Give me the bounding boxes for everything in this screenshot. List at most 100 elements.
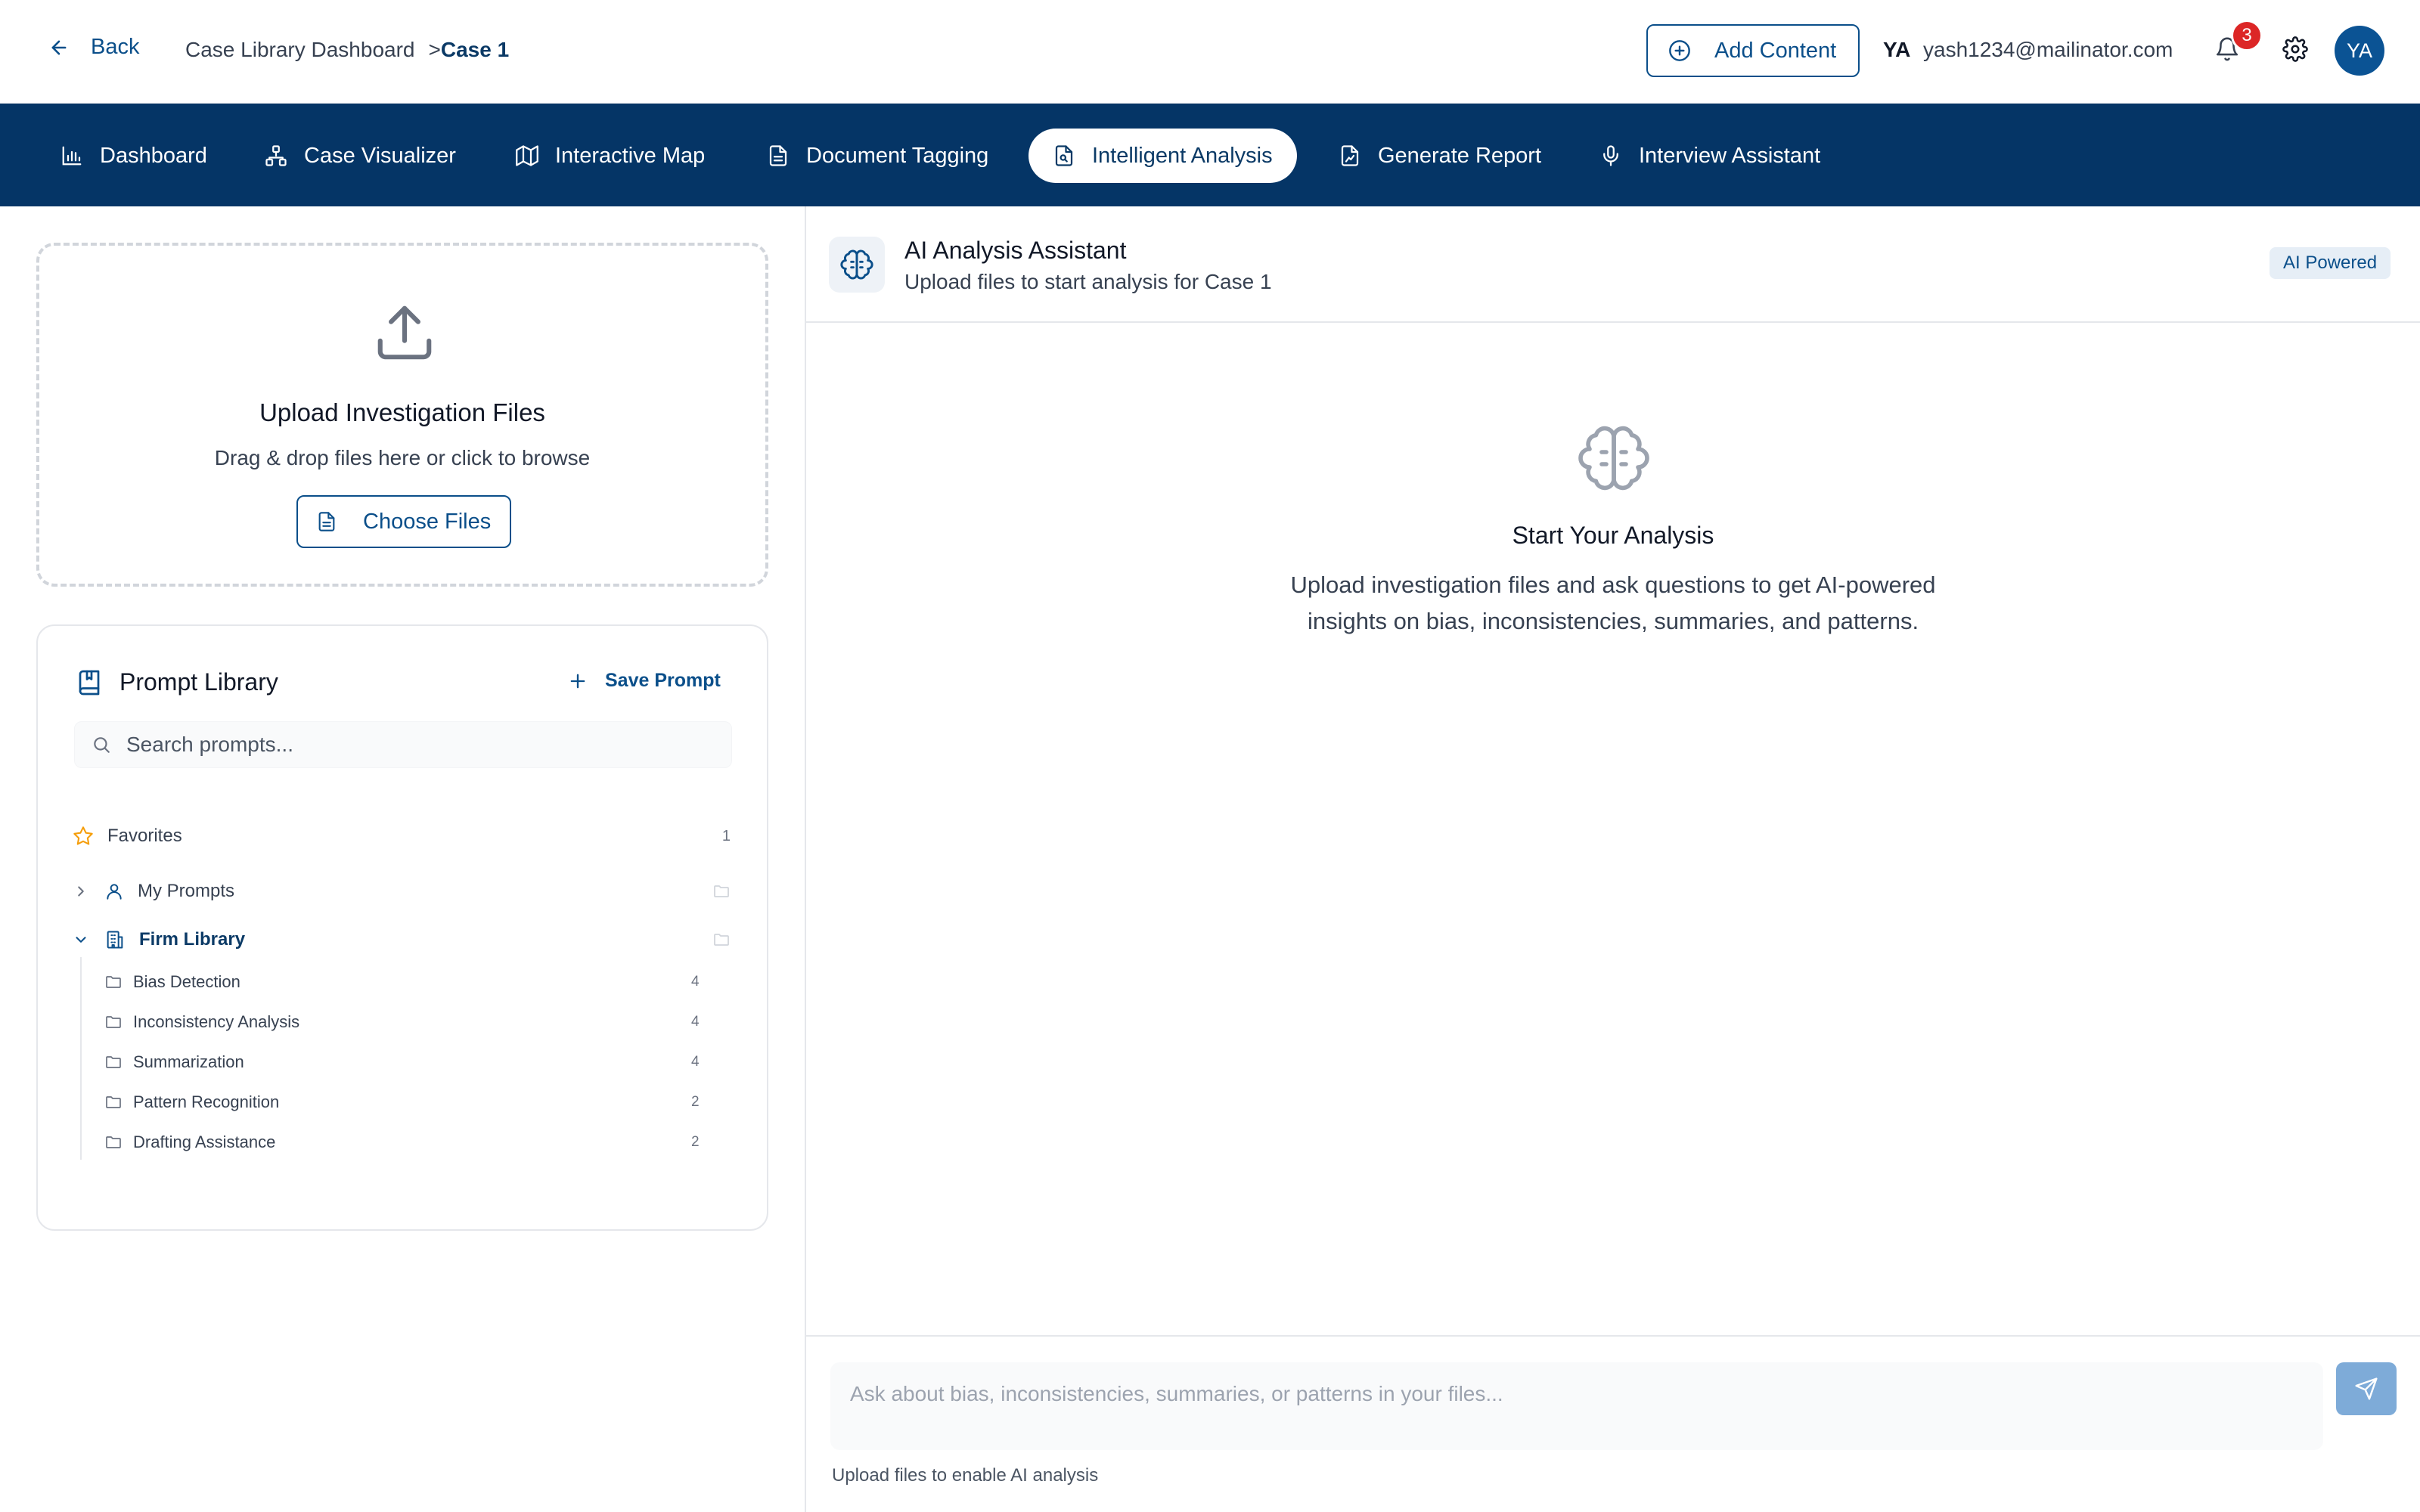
network-icon (265, 144, 287, 167)
folder-item[interactable]: Drafting Assistance 2 (104, 1132, 740, 1152)
folder-count: 2 (691, 1094, 700, 1110)
tab-case-visualizer[interactable]: Case Visualizer (240, 129, 480, 183)
breadcrumb-current: Case 1 (440, 38, 510, 61)
file-dropzone[interactable]: Upload Investigation Files Drag & drop f… (36, 243, 768, 587)
tab-document-tagging-label: Document Tagging (806, 143, 989, 168)
tab-interview-assistant-label: Interview Assistant (1639, 143, 1821, 168)
upload-subtitle: Drag & drop files here or click to brows… (214, 446, 591, 469)
breadcrumb: Case Library Dashboard > Case 1 (185, 38, 509, 62)
choose-files-button[interactable]: Choose Files (296, 495, 511, 548)
tab-dashboard-label: Dashboard (100, 143, 207, 168)
brain-icon (1578, 422, 1650, 494)
prompt-library-header: Prompt Library (76, 668, 278, 696)
tab-document-tagging[interactable]: Document Tagging (743, 129, 1013, 183)
folder-label: Bias Detection (133, 972, 240, 991)
tree-guide-line (80, 957, 82, 1160)
my-prompts-label: My Prompts (138, 881, 235, 901)
send-icon (2354, 1377, 2378, 1401)
avatar[interactable]: YA (2335, 26, 2384, 76)
favorites-label: Favorites (107, 826, 182, 846)
file-search-icon (1053, 144, 1075, 167)
folder-count: 4 (691, 974, 700, 990)
ai-powered-badge: AI Powered (2270, 247, 2391, 279)
choose-files-label: Choose Files (363, 509, 492, 534)
notification-badge: 3 (2231, 20, 2263, 51)
firm-library-row[interactable]: Firm Library (73, 929, 731, 950)
star-icon (73, 826, 94, 847)
save-prompt-button[interactable]: Save Prompt (567, 670, 721, 692)
folder-plus-icon[interactable] (712, 931, 731, 949)
microphone-icon (1599, 144, 1622, 167)
folder-label: Drafting Assistance (133, 1132, 276, 1151)
favorites-count: 1 (721, 827, 731, 844)
prompt-search[interactable] (74, 721, 732, 768)
chevron-down-icon (73, 931, 89, 948)
save-prompt-label: Save Prompt (605, 670, 721, 691)
back-button[interactable]: Back (48, 35, 139, 60)
empty-state-description: Upload investigation files and ask quest… (1290, 572, 1936, 634)
add-content-button[interactable]: Add Content (1646, 24, 1860, 77)
folder-icon (104, 1133, 123, 1151)
ask-field[interactable] (830, 1362, 2323, 1450)
tab-generate-report-label: Generate Report (1378, 143, 1542, 168)
bar-chart-icon (60, 144, 83, 167)
my-prompts-row[interactable]: My Prompts (73, 881, 731, 902)
folder-count: 2 (691, 1134, 700, 1150)
book-icon (76, 669, 103, 696)
empty-state-title: Start Your Analysis (1512, 522, 1714, 549)
tab-intelligent-analysis[interactable]: Intelligent Analysis (1028, 129, 1297, 183)
gear-icon[interactable] (2282, 36, 2308, 62)
map-icon (516, 144, 538, 167)
assistant-subtitle: Upload files to start analysis for Case … (904, 270, 1272, 293)
tab-interactive-map[interactable]: Interactive Map (492, 129, 729, 183)
plus-icon (567, 671, 588, 692)
folder-icon (104, 1013, 123, 1031)
folder-item[interactable]: Pattern Recognition 2 (104, 1092, 740, 1112)
folder-label: Inconsistency Analysis (133, 1012, 300, 1031)
file-icon (316, 511, 337, 532)
breadcrumb-separator: > (428, 38, 441, 61)
folder-count: 4 (691, 1054, 700, 1070)
folder-item[interactable]: Inconsistency Analysis 4 (104, 1012, 740, 1032)
ask-input[interactable] (850, 1382, 2304, 1427)
folder-plus-icon[interactable] (712, 882, 731, 900)
pane-divider (805, 206, 806, 1512)
upload-title: Upload Investigation Files (259, 398, 545, 426)
tab-interview-assistant[interactable]: Interview Assistant (1575, 129, 1844, 183)
input-hint: Upload files to enable AI analysis (832, 1465, 1099, 1486)
tab-generate-report[interactable]: Generate Report (1314, 129, 1565, 183)
tab-case-visualizer-label: Case Visualizer (304, 143, 456, 168)
user-email: yash1234@mailinator.com (1923, 38, 2173, 61)
main-nav: Dashboard Case Visualizer Interactive Ma… (0, 104, 2420, 206)
breadcrumb-root[interactable]: Case Library Dashboard (185, 38, 415, 62)
folder-icon (104, 1093, 123, 1111)
tab-dashboard[interactable]: Dashboard (36, 129, 231, 183)
user-initials: YA (1883, 38, 1911, 61)
file-chart-icon (1339, 144, 1361, 167)
arrow-left-icon (48, 37, 70, 58)
brain-icon (829, 237, 885, 293)
folder-icon (104, 1053, 123, 1071)
add-content-label: Add Content (1714, 38, 1837, 63)
send-button[interactable] (2336, 1362, 2397, 1415)
folder-icon (104, 973, 123, 991)
folder-item[interactable]: Summarization 4 (104, 1052, 740, 1072)
top-header: Back Case Library Dashboard > Case 1 Add… (0, 0, 2420, 104)
folder-item[interactable]: Bias Detection 4 (104, 972, 740, 992)
building-icon (104, 929, 126, 950)
back-label: Back (91, 35, 140, 59)
folder-count: 4 (691, 1014, 700, 1030)
folder-label: Summarization (133, 1052, 244, 1071)
user-icon (104, 881, 124, 901)
plus-circle-icon (1668, 39, 1692, 63)
chevron-right-icon (73, 883, 89, 900)
firm-library-label: Firm Library (139, 929, 246, 950)
document-icon (767, 144, 790, 167)
prompt-library-title: Prompt Library (119, 668, 278, 696)
assistant-header: AI Analysis Assistant Upload files to st… (806, 206, 2420, 323)
upload-icon (372, 300, 437, 365)
search-icon (92, 735, 111, 754)
assistant-title: AI Analysis Assistant (904, 237, 1127, 264)
prompt-search-input[interactable] (126, 733, 701, 757)
favorites-row[interactable]: Favorites 1 (73, 826, 731, 847)
